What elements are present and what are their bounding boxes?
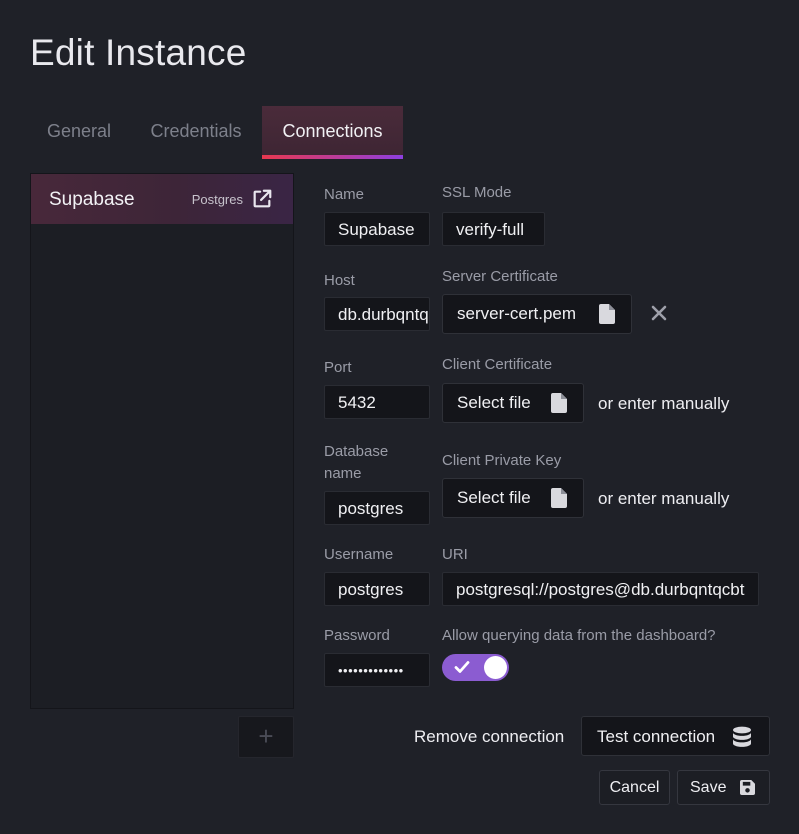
username-input[interactable]: postgres bbox=[324, 572, 430, 606]
connection-list-item[interactable]: Supabase Postgres bbox=[31, 174, 293, 224]
client-certificate-manual-link[interactable]: or enter manually bbox=[598, 394, 729, 414]
select-file-label: Select file bbox=[457, 488, 531, 507]
allow-querying-label: Allow querying data from the dashboard? bbox=[442, 627, 716, 644]
uri-label: URI bbox=[442, 546, 468, 563]
ssl-mode-label: SSL Mode bbox=[442, 184, 512, 201]
username-label: Username bbox=[324, 546, 394, 563]
port-label: Port bbox=[324, 359, 352, 376]
toggle-knob bbox=[484, 656, 507, 679]
database-name-label: Database name bbox=[324, 443, 389, 482]
select-file-label: Select file bbox=[457, 393, 531, 412]
database-name-input[interactable]: postgres bbox=[324, 491, 430, 525]
test-connection-label: Test connection bbox=[597, 727, 716, 746]
external-link-icon[interactable] bbox=[251, 188, 273, 210]
connection-name: Supabase bbox=[49, 189, 135, 210]
client-certificate-select-file-button[interactable]: Select file bbox=[442, 383, 584, 423]
port-input[interactable]: 5432 bbox=[324, 385, 430, 419]
check-icon bbox=[454, 661, 470, 673]
server-certificate-filename: server-cert.pem bbox=[457, 304, 577, 323]
password-label: Password bbox=[324, 627, 390, 644]
file-icon bbox=[551, 393, 567, 413]
client-private-key-select-file-button[interactable]: Select file bbox=[442, 478, 584, 518]
tab-label: Connections bbox=[282, 121, 383, 141]
host-label: Host bbox=[324, 272, 355, 289]
cancel-button[interactable]: Cancel bbox=[599, 770, 670, 805]
close-icon[interactable] bbox=[650, 304, 668, 322]
connection-type: Postgres bbox=[191, 192, 243, 207]
name-label: Name bbox=[324, 186, 365, 203]
host-input[interactable]: db.durbqntqcbt bbox=[324, 297, 430, 331]
connection-list: Supabase Postgres bbox=[30, 173, 294, 709]
page-title: Edit Instance bbox=[30, 32, 247, 73]
tab-label: General bbox=[46, 121, 112, 141]
remove-connection-button[interactable]: Remove connection bbox=[414, 727, 564, 747]
file-icon bbox=[551, 488, 567, 508]
tab-general[interactable]: General bbox=[30, 106, 128, 159]
uri-input[interactable]: postgresql://postgres@db.durbqntqcbt bbox=[442, 572, 759, 606]
save-button[interactable]: Save bbox=[677, 770, 770, 805]
active-tab-indicator bbox=[262, 155, 403, 159]
server-certificate-file-button[interactable]: server-cert.pem bbox=[442, 294, 632, 334]
name-input[interactable]: Supabase bbox=[324, 212, 430, 246]
test-connection-button[interactable]: Test connection bbox=[581, 716, 770, 756]
password-input[interactable]: ••••••••••••• bbox=[324, 653, 430, 687]
server-certificate-label: Server Certificate bbox=[442, 268, 558, 285]
tab-credentials[interactable]: Credentials bbox=[140, 106, 252, 159]
client-private-key-label: Client Private Key bbox=[442, 452, 562, 469]
file-icon bbox=[599, 304, 615, 324]
tab-connections[interactable]: Connections bbox=[262, 106, 403, 159]
client-certificate-label: Client Certificate bbox=[442, 356, 553, 373]
allow-querying-toggle[interactable] bbox=[442, 654, 509, 681]
save-label: Save bbox=[690, 779, 727, 796]
tab-label: Credentials bbox=[150, 121, 242, 141]
database-icon bbox=[733, 726, 751, 747]
ssl-mode-select[interactable]: verify-full bbox=[442, 212, 545, 246]
save-icon bbox=[740, 780, 755, 795]
client-private-key-manual-link[interactable]: or enter manually bbox=[598, 489, 729, 509]
add-connection-button[interactable]: + bbox=[238, 716, 294, 758]
